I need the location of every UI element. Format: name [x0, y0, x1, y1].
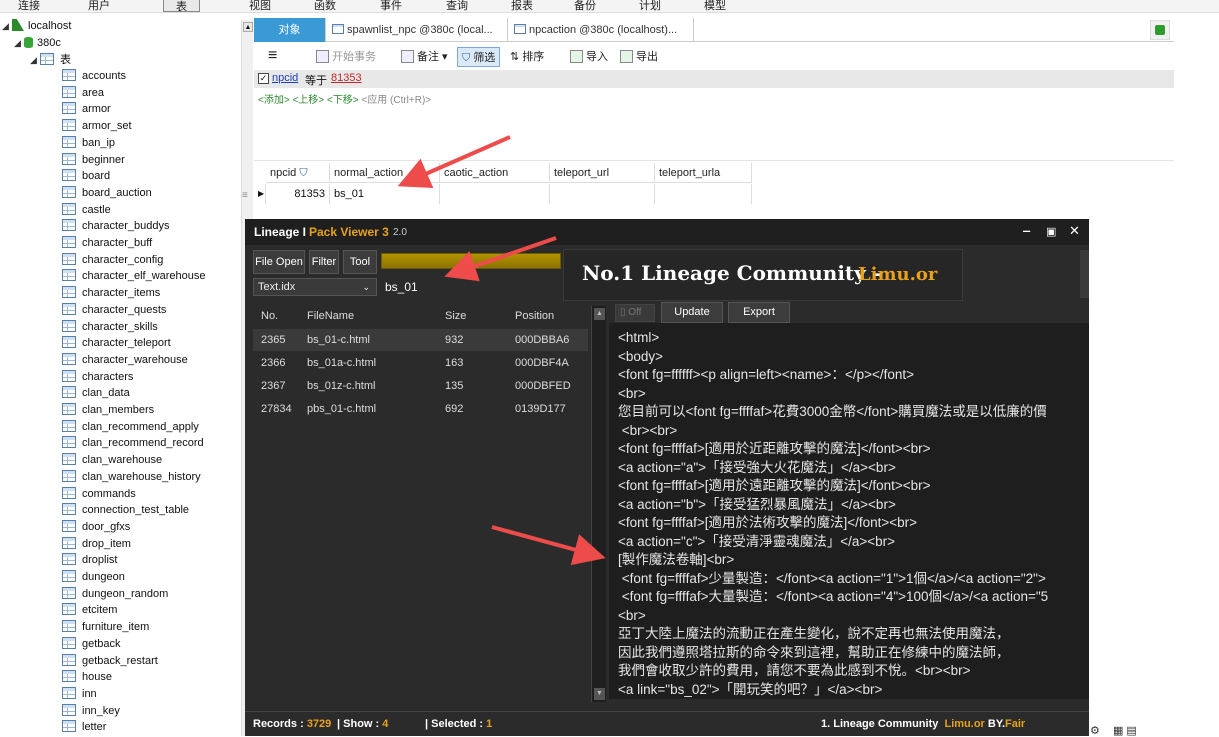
arrow-to-search: [444, 236, 557, 282]
annotation-arrows: [397, 135, 606, 566]
arrow-to-grid-cell: [397, 135, 511, 189]
arrow-to-content: [491, 525, 606, 566]
